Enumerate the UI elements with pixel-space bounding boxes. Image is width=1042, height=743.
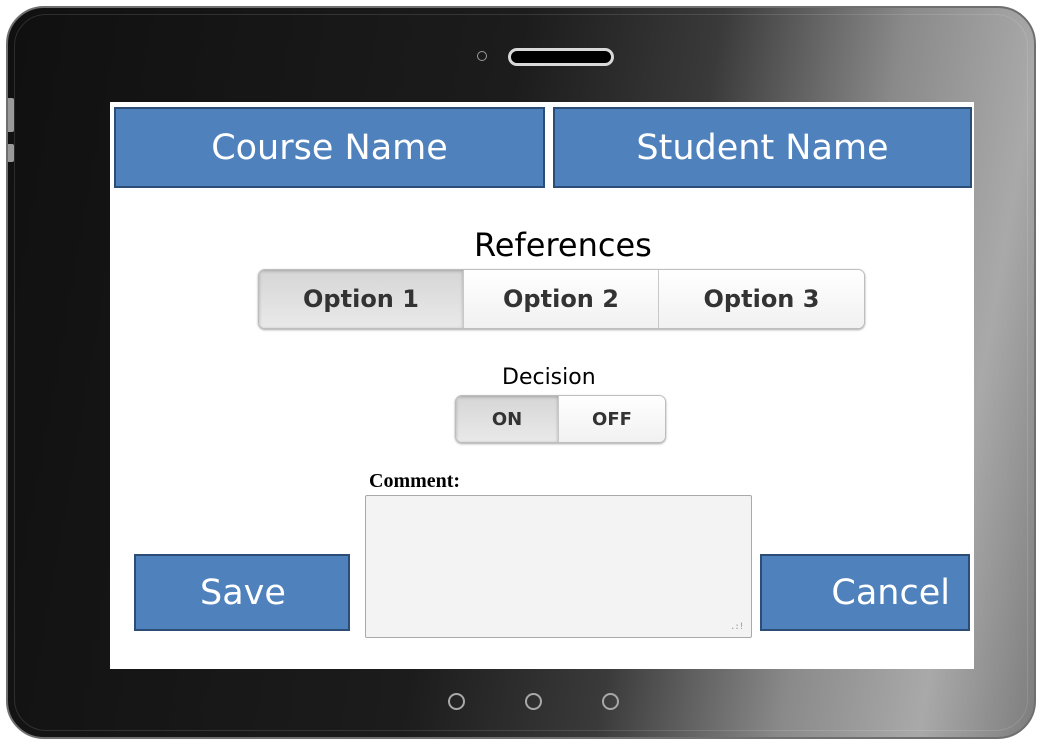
decision-on-button[interactable]: ON — [456, 396, 559, 442]
decision-label: Decision — [502, 365, 596, 390]
course-name-field[interactable]: Course Name — [114, 107, 545, 188]
cancel-button[interactable]: Cancel — [760, 554, 970, 631]
side-button-bottom — [8, 144, 14, 162]
side-button-top — [8, 98, 14, 132]
resize-grip-icon[interactable]: .:! — [730, 622, 744, 632]
speaker-icon — [508, 48, 614, 66]
tablet-screen: Course Name Student Name References Opti… — [110, 102, 974, 669]
save-button[interactable]: Save — [134, 554, 350, 631]
nav-button-center[interactable] — [525, 693, 542, 710]
option-2-button[interactable]: Option 2 — [464, 270, 659, 328]
references-label: References — [474, 226, 652, 264]
student-name-field[interactable]: Student Name — [553, 107, 972, 188]
decision-off-button[interactable]: OFF — [559, 396, 665, 442]
option-1-button[interactable]: Option 1 — [259, 270, 464, 328]
tablet-frame: Course Name Student Name References Opti… — [6, 6, 1036, 739]
references-segmented-control: Option 1 Option 2 Option 3 — [258, 269, 865, 329]
decision-toggle: ON OFF — [455, 395, 666, 443]
camera-icon — [477, 51, 487, 61]
option-3-button[interactable]: Option 3 — [659, 270, 864, 328]
nav-button-right[interactable] — [602, 693, 619, 710]
comment-label: Comment: — [369, 470, 461, 492]
nav-button-left[interactable] — [448, 693, 465, 710]
comment-textarea[interactable] — [365, 495, 752, 638]
